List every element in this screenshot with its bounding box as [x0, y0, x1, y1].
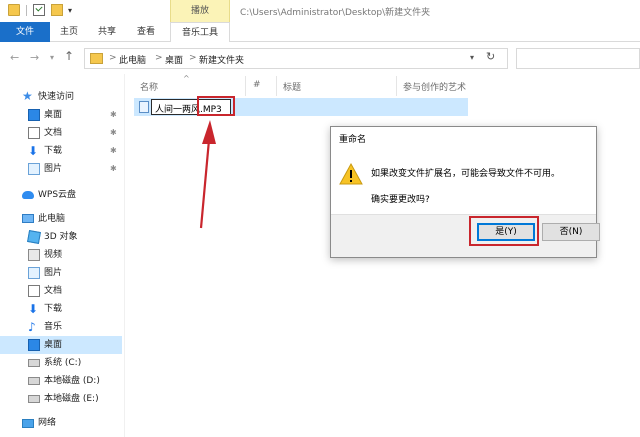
quick-access-dropdown-icon[interactable]: ▾ [68, 6, 72, 15]
music-icon: ♪ [28, 320, 36, 334]
pin-icon[interactable]: ✱ [110, 146, 117, 155]
document-icon [28, 127, 40, 139]
folder-icon[interactable] [8, 4, 20, 16]
no-button[interactable]: 否(N) [542, 223, 600, 241]
drive-icon [28, 359, 40, 367]
network-icon [22, 419, 34, 428]
document-icon [28, 285, 40, 297]
column-divider[interactable] [396, 76, 397, 96]
tab-share[interactable]: 共享 [88, 22, 126, 42]
column-header-number[interactable]: # [253, 80, 261, 90]
breadcrumb-separator: > [155, 53, 163, 63]
tab-file[interactable]: 文件 [0, 22, 50, 42]
pin-icon[interactable]: ✱ [110, 164, 117, 173]
forward-arrow-icon[interactable]: → [30, 51, 39, 64]
properties-check-icon[interactable] [33, 4, 45, 16]
new-folder-icon[interactable] [51, 4, 63, 16]
navigation-pane: ★ 快速访问 桌面 ✱ 文档 ✱ ⬇ 下载 ✱ 图片 ✱ WPS云盘 此电脑 3… [0, 74, 124, 437]
dialog-message: 如果改变文件扩展名，可能会导致文件不可用。 [371, 169, 561, 179]
refresh-icon[interactable]: ↻ [486, 50, 495, 63]
title-bar: ▾ 播放 C:\Users\Administrator\Desktop\新建文件… [0, 0, 640, 22]
warning-icon [339, 163, 363, 185]
dialog-question: 确实要更改吗? [371, 195, 430, 205]
breadcrumb-separator: > [189, 53, 197, 63]
video-icon [28, 249, 40, 261]
tab-view[interactable]: 查看 [126, 22, 166, 42]
breadcrumb-separator: > [109, 53, 117, 63]
address-bar[interactable]: > 此电脑 > 桌面 > 新建文件夹 [84, 48, 508, 69]
pin-icon[interactable]: ✱ [110, 128, 117, 137]
toolbar-divider [26, 5, 27, 16]
yes-button-highlight-box [469, 216, 539, 246]
column-header-title[interactable]: 标题 [283, 80, 301, 93]
extension-highlight-box [197, 96, 235, 116]
pc-icon [22, 214, 34, 223]
file-list-item[interactable]: 人间一两风.MP3 [134, 98, 468, 116]
pin-icon[interactable]: ✱ [110, 110, 117, 119]
dialog-button-bar: 是(Y) 否(N) [331, 214, 600, 257]
address-dropdown-icon[interactable]: ▾ [470, 53, 474, 62]
pictures-icon [28, 163, 40, 175]
address-toolbar: ← → ▾ ↑ > 此电脑 > 桌面 > 新建文件夹 ▾ ↻ [0, 42, 640, 74]
context-tab-play[interactable]: 播放 [170, 0, 230, 22]
sort-ascending-icon: ^ [183, 74, 190, 83]
cloud-icon [22, 191, 34, 199]
window-title: C:\Users\Administrator\Desktop\新建文件夹 [240, 8, 431, 18]
tab-music-tools[interactable]: 音乐工具 [170, 22, 230, 43]
column-divider[interactable] [276, 76, 277, 96]
desktop-icon [28, 109, 40, 121]
drive-icon [28, 395, 40, 403]
dialog-title: 重命名 [339, 135, 367, 145]
up-arrow-icon[interactable]: ↑ [64, 49, 74, 63]
folder-icon [90, 53, 103, 64]
drive-icon [28, 377, 40, 385]
star-icon: ★ [22, 89, 33, 103]
column-header-name[interactable]: 名称 [140, 80, 158, 93]
tab-home[interactable]: 主页 [50, 22, 88, 42]
audio-file-icon [139, 101, 149, 113]
download-icon: ⬇ [28, 144, 39, 158]
recent-locations-chevron-icon[interactable]: ▾ [50, 53, 54, 62]
ribbon-tabs: 文件 主页 共享 查看 音乐工具 [0, 22, 640, 43]
breadcrumb-this-pc[interactable]: 此电脑 [119, 53, 146, 66]
column-header-artist[interactable]: 参与创作的艺术 [403, 80, 466, 93]
breadcrumb-new-folder[interactable]: 新建文件夹 [199, 53, 244, 66]
pictures-icon [28, 267, 40, 279]
column-divider[interactable] [245, 76, 246, 96]
download-icon: ⬇ [28, 302, 39, 316]
pane-divider [124, 74, 125, 437]
annotation-arrow [199, 120, 216, 229]
desktop-icon [28, 339, 40, 351]
search-input[interactable] [516, 48, 640, 69]
back-arrow-icon[interactable]: ← [10, 51, 19, 64]
breadcrumb-desktop[interactable]: 桌面 [165, 53, 183, 66]
rename-confirm-dialog: 重命名 如果改变文件扩展名，可能会导致文件不可用。 确实要更改吗? 是(Y) 否… [330, 126, 600, 258]
3d-objects-icon [27, 230, 41, 244]
